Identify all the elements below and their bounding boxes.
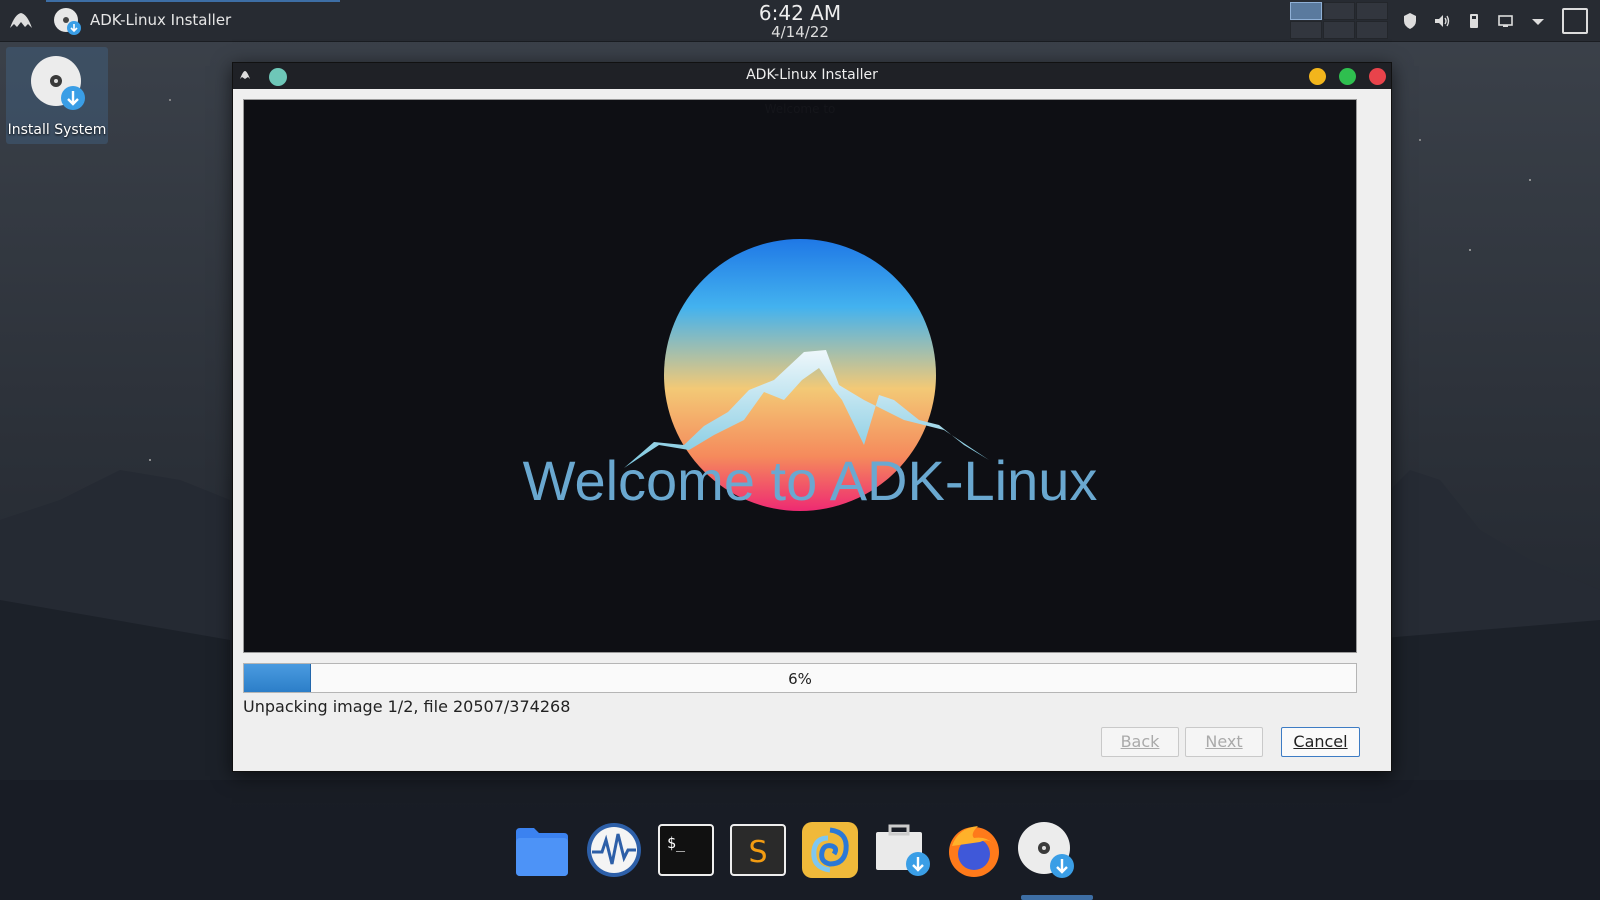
installer-slideshow: Welcome to Welcome to ADK-Linux [243,99,1357,653]
clock-date: 4/14/22 [771,23,829,41]
system-tray [1400,10,1548,32]
adk-linux-logo: Welcome to ADK-Linux [523,239,1098,512]
workspace-5[interactable] [1323,21,1355,39]
clock[interactable]: 6:42 AM 4/14/22 [700,2,900,41]
workspace-3[interactable] [1356,2,1388,20]
dock: $_ S [508,820,1098,900]
firefox-icon[interactable] [944,820,1004,880]
shield-icon[interactable] [1400,11,1420,31]
maximize-button[interactable] [1339,68,1356,85]
next-button[interactable]: Next [1185,727,1263,757]
task-title[interactable]: ADK-Linux Installer [90,11,231,29]
terminal-icon[interactable]: $_ [656,820,716,880]
install-progress-bar: 6% [243,663,1357,693]
sublime-text-icon[interactable]: S [728,820,788,880]
software-installer-icon[interactable] [872,820,932,880]
installer-disc-icon[interactable] [52,6,82,36]
top-panel: ADK-Linux Installer 6:42 AM 4/14/22 [0,0,1600,42]
desktop-icon-install-system[interactable]: Install System [6,47,108,144]
install-status-text: Unpacking image 1/2, file 20507/374268 [243,697,571,716]
active-task-indicator [46,0,340,2]
workspace-pager[interactable] [1290,2,1388,40]
window-titlebar[interactable]: ADK-Linux Installer [233,63,1391,89]
back-button-label: Back [1120,732,1160,751]
show-desktop-button[interactable] [1562,8,1588,34]
slide-headline: Welcome to ADK-Linux [523,449,1098,512]
workspace-1[interactable] [1290,2,1322,20]
cancel-button[interactable]: Cancel [1281,727,1360,757]
app-launcher-icon[interactable] [7,8,35,34]
tray-expand-icon[interactable] [1528,11,1548,31]
swirl-app-icon[interactable] [800,820,860,880]
dock-active-indicator [1021,895,1093,900]
back-button[interactable]: Back [1101,727,1179,757]
window-title: ADK-Linux Installer [746,67,878,83]
progress-percent: 6% [788,670,812,688]
cancel-button-label: Cancel [1293,732,1348,751]
workspace-2[interactable] [1323,2,1355,20]
svg-text:S: S [748,835,767,870]
minimize-button[interactable] [1309,68,1326,85]
volume-icon[interactable] [1432,11,1452,31]
workspace-6[interactable] [1356,21,1388,39]
usb-device-icon[interactable] [1464,11,1484,31]
installer-disc-icon [31,56,85,110]
svg-text:$_: $_ [667,834,686,852]
system-monitor-icon[interactable] [584,820,644,880]
workspace-4[interactable] [1290,21,1322,39]
file-manager-icon[interactable] [512,820,572,880]
close-button[interactable] [1369,68,1386,85]
installer-window: ADK-Linux Installer Welcome to Welcome t… [232,62,1392,772]
clock-time: 6:42 AM [758,1,842,25]
desktop-icon-label: Install System [7,122,107,138]
next-button-label: Next [1205,732,1243,751]
network-icon[interactable] [1496,11,1516,31]
installer-disc-icon[interactable] [1016,820,1076,880]
